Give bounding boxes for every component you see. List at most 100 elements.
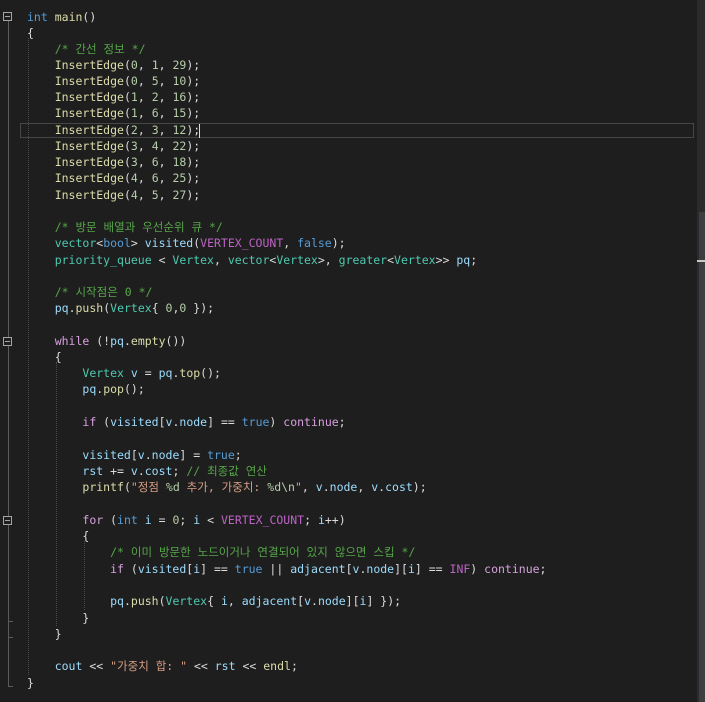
code-line[interactable]: while (!pq.empty()): [27, 333, 187, 349]
code-line[interactable]: pq.push(Vertex{ i, adjacent[v.node][i] }…: [27, 593, 401, 609]
code-token: for: [82, 513, 104, 527]
code-token: <<: [235, 659, 264, 673]
code-line[interactable]: /* 시작점은 0 */: [27, 284, 153, 300]
code-line[interactable]: /* 방문 배열과 우선순위 큐 */: [27, 219, 223, 235]
code-line[interactable]: }: [27, 626, 62, 642]
code-line[interactable]: {: [27, 528, 89, 544]
code-token: adjacent: [241, 594, 298, 608]
code-token: <<: [187, 659, 215, 673]
code-token: main: [54, 10, 83, 24]
code-line[interactable]: Vertex v = pq.top();: [27, 365, 221, 381]
code-token: (: [123, 171, 131, 185]
scrollbar-thumb[interactable]: [699, 212, 705, 702]
code-token: ] ==: [414, 562, 450, 576]
code-token: /* 시작점은 0 */: [54, 285, 153, 299]
code-token: .: [311, 594, 318, 608]
code-token: 6: [151, 106, 159, 120]
code-token: InsertEdge: [54, 74, 124, 88]
code-line[interactable]: InsertEdge(0, 1, 29);: [27, 57, 201, 73]
code-token: adjacent: [290, 562, 346, 576]
code-token: ": [294, 480, 302, 494]
code-line[interactable]: InsertEdge(0, 5, 10);: [27, 73, 201, 89]
code-line[interactable]: if (visited[i] == true || adjacent[v.nod…: [27, 561, 546, 577]
code-token: bool: [103, 236, 131, 250]
code-line[interactable]: cout << "가중치 합: " << rst << endl;: [27, 658, 298, 674]
code-token: ,: [158, 123, 173, 137]
code-token: ,: [137, 155, 152, 169]
code-line[interactable]: InsertEdge(1, 2, 16);: [27, 89, 201, 105]
code-line[interactable]: InsertEdge(1, 6, 15);: [27, 105, 201, 121]
code-token: 4: [130, 171, 138, 185]
code-token: ();: [200, 366, 221, 380]
code-token: (: [123, 74, 131, 88]
code-line[interactable]: vector<bool> visited(VERTEX_COUNT, false…: [27, 235, 346, 251]
code-token: InsertEdge: [54, 188, 124, 202]
code-token: }: [27, 611, 90, 625]
code-line[interactable]: rst += v.cost; // 최종값 연산: [27, 463, 267, 479]
code-token: .: [137, 464, 145, 478]
code-token: ): [470, 562, 485, 576]
code-token: 5: [151, 188, 159, 202]
code-token: v: [130, 464, 138, 478]
code-token: ,: [213, 253, 228, 267]
code-line[interactable]: priority_queue < Vertex, vector<Vertex>,…: [27, 252, 477, 268]
code-token: 3: [130, 139, 138, 153]
code-line[interactable]: InsertEdge(3, 4, 22);: [27, 138, 201, 154]
code-line[interactable]: InsertEdge(2, 3, 12);: [27, 122, 201, 138]
code-token: ;: [539, 562, 547, 576]
code-token: 27: [172, 188, 187, 202]
code-token: vector: [227, 253, 270, 267]
vertical-scrollbar[interactable]: [697, 0, 705, 702]
code-token: visited: [144, 236, 194, 250]
code-token: .: [144, 448, 152, 462]
code-line[interactable]: InsertEdge(3, 6, 18);: [27, 154, 201, 170]
code-line[interactable]: if (visited[v.node] == true) continue;: [27, 414, 345, 430]
code-token: push: [130, 594, 159, 608]
code-token: ,: [227, 594, 242, 608]
code-token: 2: [130, 123, 138, 137]
code-token: 4: [151, 139, 159, 153]
code-token: 6: [151, 171, 159, 185]
code-line[interactable]: }: [27, 675, 34, 691]
code-token: InsertEdge: [54, 155, 124, 169]
code-token: ,: [137, 188, 152, 202]
code-token: 6: [151, 155, 159, 169]
code-token: .: [322, 480, 330, 494]
code-token: ] });: [366, 594, 402, 608]
code-line[interactable]: printf("정점 %d 추가, 가중치: %d\n", v.node, v.…: [27, 479, 426, 495]
code-token: );: [186, 171, 201, 185]
code-line[interactable]: visited[v.node] = true;: [27, 447, 241, 463]
code-line[interactable]: }: [27, 610, 89, 626]
code-line[interactable]: {: [27, 349, 62, 365]
code-token: 15: [172, 106, 187, 120]
code-line[interactable]: /* 이미 방문한 노드이거나 연결되어 있지 않으면 스킵 */: [27, 544, 415, 560]
code-editor[interactable]: int main(){ /* 간선 정보 */ InsertEdge(0, 1,…: [0, 0, 697, 702]
code-token: int: [117, 513, 138, 527]
code-token: printf: [82, 480, 124, 494]
code-token: ] ==: [207, 415, 242, 429]
code-token: InsertEdge: [54, 90, 124, 104]
code-line[interactable]: int main(): [27, 9, 96, 25]
code-line[interactable]: InsertEdge(4, 6, 25);: [27, 170, 201, 186]
code-line[interactable]: {: [27, 25, 34, 41]
code-line[interactable]: InsertEdge(4, 5, 27);: [27, 187, 201, 203]
code-token: ] =: [179, 448, 208, 462]
code-token: INF: [449, 562, 471, 576]
code-token: /* 간선 정보 */: [54, 42, 146, 56]
code-line[interactable]: pq.pop();: [27, 381, 144, 397]
code-line[interactable]: pq.push(Vertex{ 0,0 });: [27, 300, 214, 316]
code-line[interactable]: for (int i = 0; i < VERTEX_COUNT; i++): [27, 512, 345, 528]
code-token: ,: [357, 480, 372, 494]
code-line[interactable]: /* 간선 정보 */: [27, 41, 146, 57]
code-token: Vertex: [165, 594, 208, 608]
code-token: visited: [82, 448, 131, 462]
code-token: if: [82, 415, 97, 429]
